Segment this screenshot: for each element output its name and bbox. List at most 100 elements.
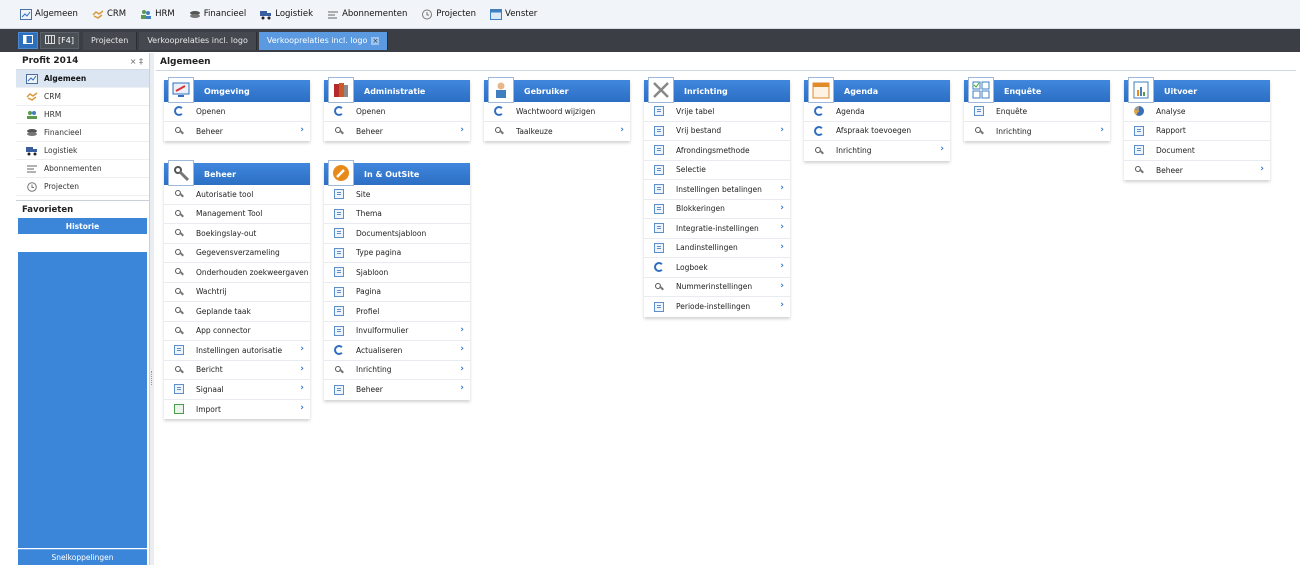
menu-row[interactable]: Logboek › xyxy=(644,258,790,278)
sidebar-item-algemeen[interactable]: Algemeen xyxy=(16,70,149,88)
menu-row[interactable]: Import › xyxy=(164,400,310,420)
menu-row[interactable]: Invulformulier › xyxy=(324,322,470,341)
menu-row[interactable]: Instellingen autorisatie › xyxy=(164,341,310,361)
menu-row[interactable]: Inrichting › xyxy=(964,122,1110,142)
menu-row[interactable]: Inrichting › xyxy=(804,141,950,161)
menu-row[interactable]: Management Tool xyxy=(164,205,310,224)
menu-row[interactable]: Taalkeuze › xyxy=(484,122,630,142)
row-label: Rapport xyxy=(1156,126,1186,136)
chevron-right-icon[interactable]: › xyxy=(780,242,784,252)
chevron-right-icon[interactable]: › xyxy=(780,125,784,135)
chevron-right-icon[interactable]: › xyxy=(940,144,944,154)
menu-algemeen[interactable]: Algemeen xyxy=(20,8,78,20)
chevron-right-icon[interactable]: › xyxy=(460,344,464,354)
chevron-right-icon[interactable]: › xyxy=(460,125,464,135)
chevron-right-icon[interactable]: › xyxy=(780,203,784,213)
tab-verkooprelaties-active[interactable]: Verkooprelaties incl. logo × xyxy=(258,31,389,50)
menu-row[interactable]: Rapport xyxy=(1124,122,1270,141)
tab-projecten[interactable]: Projecten xyxy=(82,31,138,50)
menu-row[interactable]: Pagina xyxy=(324,283,470,302)
menu-row[interactable]: Nummerinstellingen › xyxy=(644,278,790,297)
menu-row[interactable]: Boekingslay-out xyxy=(164,224,310,244)
chevron-right-icon[interactable]: › xyxy=(780,183,784,193)
menu-row[interactable]: App connector xyxy=(164,322,310,341)
chevron-right-icon[interactable]: › xyxy=(460,364,464,374)
chevron-right-icon[interactable]: › xyxy=(1260,164,1264,174)
menu-row[interactable]: Site xyxy=(324,185,470,205)
menu-row[interactable]: Wachtwoord wijzigen xyxy=(484,102,630,122)
menu-row[interactable]: Blokkeringen › xyxy=(644,200,790,219)
menu-row[interactable]: Wachtrij xyxy=(164,283,310,302)
menu-row[interactable]: Vrije tabel xyxy=(644,102,790,122)
document-icon xyxy=(654,203,664,214)
chevron-right-icon[interactable]: › xyxy=(460,325,464,335)
menu-row[interactable]: Beheer › xyxy=(324,380,470,400)
sidebar-item-abonnementen[interactable]: Abonnementen xyxy=(16,160,149,178)
menu-row[interactable]: Inrichting › xyxy=(324,361,470,380)
menu-row[interactable]: Enquête xyxy=(964,102,1110,122)
menu-row[interactable]: Afspraak toevoegen xyxy=(804,122,950,141)
menu-row[interactable]: Instellingen betalingen › xyxy=(644,180,790,200)
menu-abonnementen[interactable]: Abonnementen xyxy=(327,9,407,20)
menu-financieel[interactable]: Financieel xyxy=(189,9,246,20)
menu-row[interactable]: Beheer › xyxy=(324,122,470,142)
chevron-right-icon[interactable]: › xyxy=(780,300,784,310)
menu-row[interactable]: Selectie xyxy=(644,161,790,180)
layout-toggle-button[interactable] xyxy=(18,32,38,49)
menu-venster[interactable]: Venster xyxy=(490,8,537,20)
chevron-right-icon[interactable]: › xyxy=(780,261,784,271)
menu-projecten[interactable]: Projecten xyxy=(421,9,476,20)
sidebar-item-financieel[interactable]: Financieel xyxy=(16,124,149,142)
panel-title: Omgeving xyxy=(204,86,250,96)
menu-row[interactable]: Signaal › xyxy=(164,380,310,400)
sidebar-item-projecten[interactable]: Projecten xyxy=(16,178,149,196)
sidebar-splitter[interactable] xyxy=(150,53,154,565)
menu-row[interactable]: Bericht › xyxy=(164,361,310,380)
menu-row[interactable]: Integratie-instellingen › xyxy=(644,219,790,239)
menu-row[interactable]: Landinstellingen › xyxy=(644,239,790,258)
menu-row[interactable]: Sjabloon xyxy=(324,263,470,283)
menu-crm[interactable]: CRM xyxy=(92,9,126,20)
shortcuts-button[interactable]: Snelkoppelingen xyxy=(18,549,147,565)
menu-row[interactable]: Document xyxy=(1124,141,1270,161)
menu-row[interactable]: Analyse xyxy=(1124,102,1270,122)
menu-row[interactable]: Afrondingsmethode xyxy=(644,141,790,161)
chevron-right-icon[interactable]: › xyxy=(300,383,304,393)
chevron-right-icon[interactable]: › xyxy=(300,125,304,135)
menu-row[interactable]: Thema xyxy=(324,205,470,224)
sidebar-item-hrm[interactable]: HRM xyxy=(16,106,149,124)
chevron-right-icon[interactable]: › xyxy=(300,364,304,374)
menu-row[interactable]: Beheer › xyxy=(164,122,310,142)
menu-hrm[interactable]: HRM xyxy=(140,9,175,20)
chevron-right-icon[interactable]: › xyxy=(780,281,784,291)
menu-row[interactable]: Openen xyxy=(324,102,470,122)
menu-row[interactable]: Gegevensverzameling xyxy=(164,244,310,263)
chevron-right-icon[interactable]: › xyxy=(300,344,304,354)
chevron-right-icon[interactable]: › xyxy=(460,383,464,393)
panel-toggle-button[interactable]: [F4] xyxy=(40,32,79,49)
close-icon[interactable]: × xyxy=(371,36,380,45)
menu-logistiek[interactable]: Logistiek xyxy=(260,9,313,20)
sidebar-item-logistiek[interactable]: Logistiek xyxy=(16,142,149,160)
menu-row[interactable]: Documentsjabloon xyxy=(324,224,470,244)
menu-row[interactable]: Beheer › xyxy=(1124,161,1270,181)
chevron-right-icon[interactable]: › xyxy=(620,125,624,135)
menu-row[interactable]: Autorisatie tool xyxy=(164,185,310,205)
menu-row[interactable]: Type pagina xyxy=(324,244,470,263)
chevron-right-icon[interactable]: › xyxy=(300,403,304,413)
chevron-right-icon[interactable]: › xyxy=(1100,125,1104,135)
row-label: Actualiseren xyxy=(356,345,403,355)
menu-row[interactable]: Profiel xyxy=(324,302,470,322)
menu-row[interactable]: Periode-instellingen › xyxy=(644,297,790,317)
menu-row[interactable]: Onderhouden zoekweergaven xyxy=(164,263,310,283)
tab-verkooprelaties[interactable]: Verkooprelaties incl. logo xyxy=(139,31,257,50)
menu-row[interactable]: Openen xyxy=(164,102,310,122)
menu-row[interactable]: Actualiseren › xyxy=(324,341,470,361)
sidebar-item-crm[interactable]: CRM xyxy=(16,88,149,106)
pin-close-icon[interactable]: × ‡ xyxy=(130,57,143,66)
menu-row[interactable]: Vrij bestand › xyxy=(644,122,790,141)
menu-row[interactable]: Agenda xyxy=(804,102,950,122)
chevron-right-icon[interactable]: › xyxy=(780,222,784,232)
tab-historie[interactable]: Historie xyxy=(18,218,147,234)
menu-row[interactable]: Geplande taak xyxy=(164,302,310,322)
